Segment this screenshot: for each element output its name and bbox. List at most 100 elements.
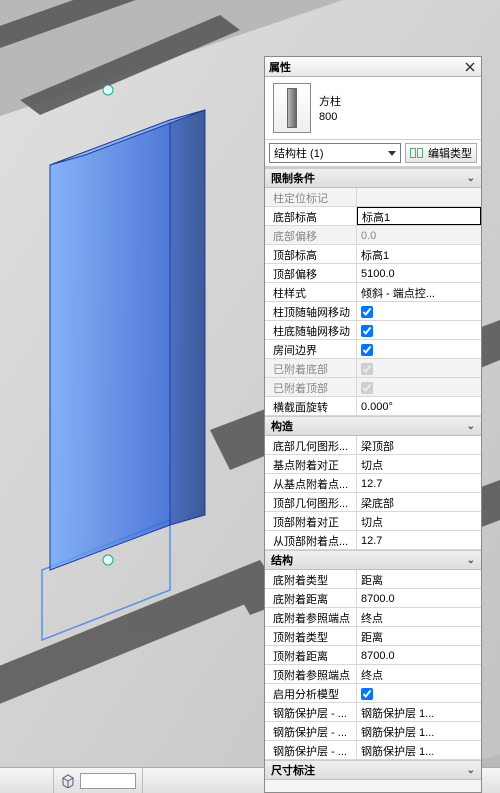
type-thumbnail (273, 83, 311, 133)
panel-titlebar[interactable]: 属性 (265, 57, 481, 77)
property-value[interactable]: 距离 (357, 627, 481, 645)
property-row[interactable]: 顶部标高标高1 (265, 245, 481, 264)
property-label: 柱样式 (265, 283, 357, 301)
group-header[interactable]: 尺寸标注⌄ (265, 760, 481, 780)
property-row[interactable]: 柱样式倾斜 - 端点控... (265, 283, 481, 302)
property-value[interactable]: 距离 (357, 570, 481, 588)
property-label: 从基点附着点... (265, 474, 357, 492)
property-value[interactable]: 梁顶部 (357, 436, 481, 454)
property-row[interactable]: 横截面旋转0.000° (265, 397, 481, 416)
property-value[interactable]: 切点 (357, 455, 481, 473)
property-value[interactable]: 倾斜 - 端点控... (357, 283, 481, 301)
property-checkbox[interactable] (361, 688, 373, 700)
property-label: 柱底随轴网移动 (265, 321, 357, 339)
cube-icon (60, 774, 76, 788)
property-value[interactable]: 5100.0 (357, 264, 481, 282)
panel-title: 属性 (269, 59, 291, 75)
property-checkbox[interactable] (361, 325, 373, 337)
property-label: 顶附着类型 (265, 627, 357, 645)
property-value (357, 188, 481, 206)
property-value[interactable] (357, 684, 481, 702)
property-value[interactable]: 标高1 (357, 207, 481, 225)
property-label: 顶附着参照端点 (265, 665, 357, 683)
property-row[interactable]: 顶附着距离8700.0 (265, 646, 481, 665)
property-label: 底部几何图形... (265, 436, 357, 454)
property-label: 钢筋保护层 - ... (265, 741, 357, 759)
edit-type-button[interactable]: 编辑类型 (405, 143, 477, 163)
close-icon[interactable] (463, 60, 477, 74)
property-row[interactable]: 从顶部附着点...12.7 (265, 531, 481, 550)
property-row[interactable]: 底部标高标高1 (265, 207, 481, 226)
property-row[interactable]: 底附着参照端点终点 (265, 608, 481, 627)
property-label: 底部标高 (265, 207, 357, 225)
property-row[interactable]: 底附着类型距离 (265, 570, 481, 589)
property-label: 顶部附着对正 (265, 512, 357, 530)
property-label: 房间边界 (265, 340, 357, 358)
property-checkbox[interactable] (361, 344, 373, 356)
group-header[interactable]: 结构 ⌄ (265, 550, 481, 570)
property-checkbox (361, 363, 373, 375)
properties-panel: 属性 方柱 800 结构柱 (1) 编辑类型 限制条 (264, 56, 482, 793)
property-label: 底部偏移 (265, 226, 357, 244)
property-row[interactable]: 基点附着对正切点 (265, 455, 481, 474)
property-value[interactable]: 钢筋保护层 1... (357, 741, 481, 759)
property-label: 底附着类型 (265, 570, 357, 588)
property-label: 钢筋保护层 - ... (265, 703, 357, 721)
property-row[interactable]: 钢筋保护层 - ...钢筋保护层 1... (265, 703, 481, 722)
expand-icon[interactable]: ⌄ (467, 555, 475, 566)
property-value[interactable]: 0.000° (357, 397, 481, 415)
property-value[interactable] (357, 302, 481, 320)
property-label: 已附着顶部 (265, 378, 357, 396)
property-row[interactable]: 底附着距离8700.0 (265, 589, 481, 608)
properties-grid[interactable]: 限制条件⌄柱定位标记底部标高标高1底部偏移0.0顶部标高标高1顶部偏移5100.… (265, 167, 481, 792)
property-label: 柱定位标记 (265, 188, 357, 206)
property-row[interactable]: 顶部附着对正切点 (265, 512, 481, 531)
property-checkbox[interactable] (361, 306, 373, 318)
property-row[interactable]: 顶附着参照端点终点 (265, 665, 481, 684)
property-value[interactable]: 终点 (357, 608, 481, 626)
instance-selector[interactable]: 结构柱 (1) (269, 143, 401, 163)
property-value[interactable]: 12.7 (357, 531, 481, 549)
property-label: 启用分析模型 (265, 684, 357, 702)
property-value[interactable] (357, 340, 481, 358)
expand-icon[interactable]: ⌄ (467, 421, 475, 432)
property-value[interactable]: 8700.0 (357, 646, 481, 664)
property-label: 横截面旋转 (265, 397, 357, 415)
property-value[interactable] (357, 321, 481, 339)
property-row[interactable]: 启用分析模型 (265, 684, 481, 703)
group-header[interactable]: 限制条件⌄ (265, 168, 481, 188)
property-row[interactable]: 柱顶随轴网移动 (265, 302, 481, 321)
property-value[interactable]: 梁底部 (357, 493, 481, 511)
property-row[interactable]: 钢筋保护层 - ...钢筋保护层 1... (265, 722, 481, 741)
property-row[interactable]: 底部几何图形...梁顶部 (265, 436, 481, 455)
edit-type-icon (410, 147, 424, 159)
property-value[interactable]: 终点 (357, 665, 481, 683)
expand-icon[interactable]: ⌄ (467, 173, 475, 184)
property-value[interactable]: 切点 (357, 512, 481, 530)
property-row: 已附着底部 (265, 359, 481, 378)
property-row[interactable]: 从基点附着点...12.7 (265, 474, 481, 493)
property-value (357, 359, 481, 377)
group-header-label: 构造 (271, 418, 293, 434)
property-value[interactable]: 12.7 (357, 474, 481, 492)
property-value[interactable]: 钢筋保护层 1... (357, 703, 481, 721)
property-value[interactable]: 钢筋保护层 1... (357, 722, 481, 740)
group-header-label: 结构 (271, 552, 293, 568)
property-value[interactable]: 8700.0 (357, 589, 481, 607)
property-row[interactable]: 顶附着类型距离 (265, 627, 481, 646)
property-checkbox (361, 382, 373, 394)
property-row: 已附着顶部 (265, 378, 481, 397)
view-cube-toggle[interactable] (54, 768, 143, 793)
property-row: 柱定位标记 (265, 188, 481, 207)
property-row[interactable]: 顶部几何图形...梁底部 (265, 493, 481, 512)
type-name: 800 (319, 111, 341, 123)
property-row[interactable]: 柱底随轴网移动 (265, 321, 481, 340)
property-row[interactable]: 钢筋保护层 - ...钢筋保护层 1... (265, 741, 481, 760)
property-value[interactable]: 标高1 (357, 245, 481, 263)
property-label: 基点附着对正 (265, 455, 357, 473)
property-row[interactable]: 房间边界 (265, 340, 481, 359)
type-selector-row[interactable]: 方柱 800 (265, 77, 481, 140)
expand-icon[interactable]: ⌄ (467, 765, 475, 776)
property-row[interactable]: 顶部偏移5100.0 (265, 264, 481, 283)
group-header[interactable]: 构造 ⌄ (265, 416, 481, 436)
